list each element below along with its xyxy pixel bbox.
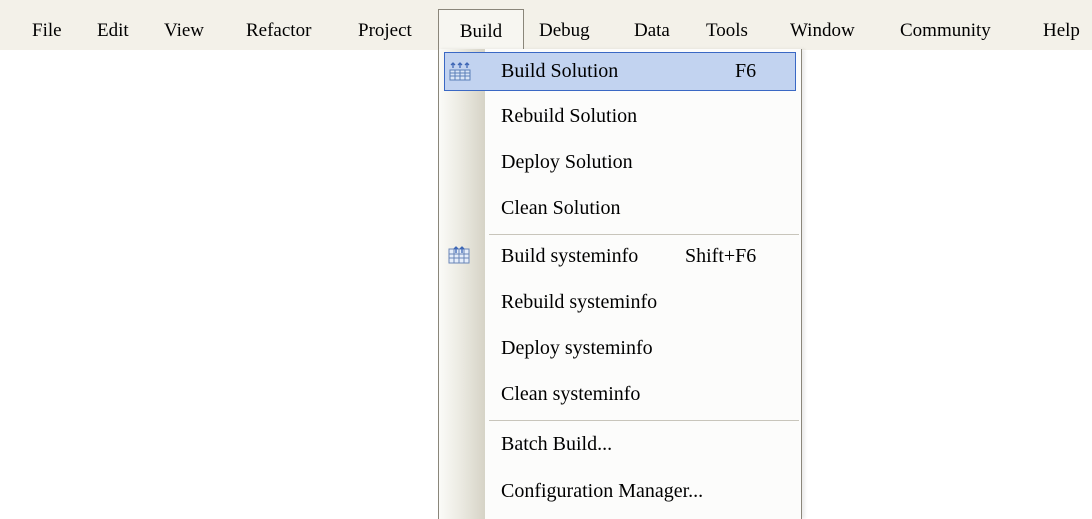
menu-item-label: Build Solution: [501, 60, 619, 82]
menu-debug[interactable]: Debug: [539, 19, 590, 43]
menu-item-label: Rebuild Solution: [501, 105, 638, 127]
menu-build[interactable]: Build: [438, 9, 524, 50]
menu-bar: File Edit View Refactor Project Build De…: [0, 0, 1092, 50]
menu-window[interactable]: Window: [790, 19, 855, 43]
menu-item-label: Deploy systeminfo: [501, 337, 653, 359]
menu-item-deploy-systeminfo[interactable]: Deploy systeminfo: [439, 326, 801, 371]
build-dropdown-menu: Build Solution F6 Rebuild Solution Deplo…: [438, 49, 802, 519]
menu-item-clean-systeminfo[interactable]: Clean systeminfo: [439, 372, 801, 417]
menu-item-label: Clean systeminfo: [501, 383, 641, 405]
menu-item-batch-build[interactable]: Batch Build...: [439, 422, 801, 467]
menu-view[interactable]: View: [164, 19, 204, 43]
menu-item-build-systeminfo[interactable]: Build systeminfo Shift+F6: [439, 234, 801, 279]
menu-item-rebuild-systeminfo[interactable]: Rebuild systeminfo: [439, 280, 801, 325]
menu-item-label: Build systeminfo: [501, 245, 639, 267]
menu-tools[interactable]: Tools: [706, 19, 748, 43]
menu-separator: [489, 420, 799, 421]
menu-item-label: Configuration Manager...: [501, 480, 704, 502]
menu-item-shortcut: Shift+F6: [685, 245, 757, 267]
menu-item-label: Deploy Solution: [501, 151, 633, 173]
menu-item-shortcut: F6: [735, 60, 757, 82]
menu-refactor[interactable]: Refactor: [246, 19, 311, 43]
menu-item-label: Batch Build...: [501, 433, 613, 455]
menu-item-rebuild-solution[interactable]: Rebuild Solution: [439, 94, 801, 139]
menu-item-label: Rebuild systeminfo: [501, 291, 658, 313]
menu-project[interactable]: Project: [358, 19, 412, 43]
menu-help[interactable]: Help: [1043, 19, 1080, 43]
menu-file[interactable]: File: [32, 19, 62, 43]
menu-item-configuration-manager[interactable]: Configuration Manager...: [439, 469, 801, 514]
menu-community[interactable]: Community: [900, 19, 991, 43]
menu-item-label: Clean Solution: [501, 197, 621, 219]
menu-edit[interactable]: Edit: [97, 19, 129, 43]
menu-data[interactable]: Data: [634, 19, 670, 43]
menu-item-deploy-solution[interactable]: Deploy Solution: [439, 140, 801, 185]
build-icon: [449, 62, 471, 81]
menu-item-build-solution[interactable]: Build Solution F6: [444, 52, 796, 91]
build-project-icon: [448, 245, 470, 264]
menu-item-clean-solution[interactable]: Clean Solution: [439, 186, 801, 231]
